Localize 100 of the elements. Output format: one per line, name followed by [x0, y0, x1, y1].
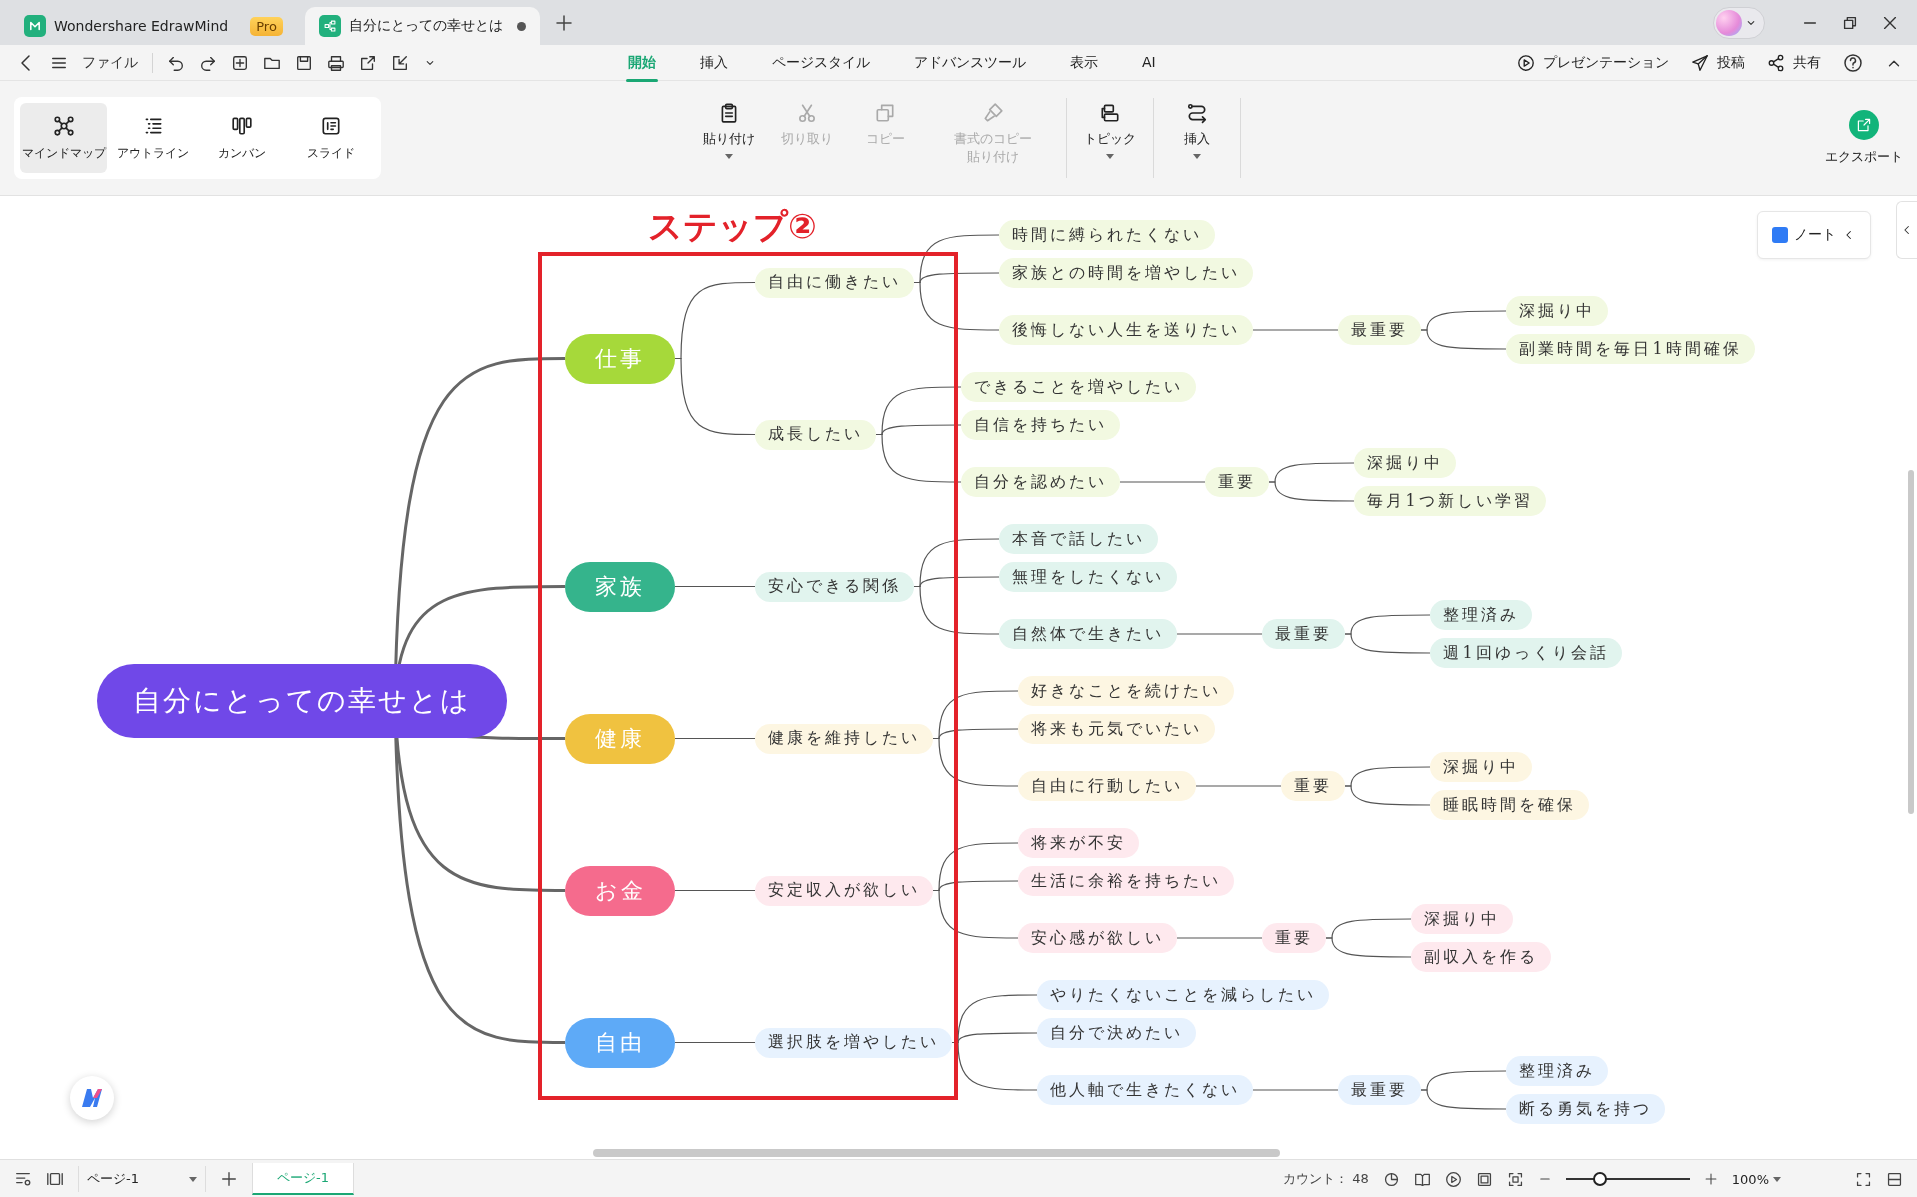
subtopic[interactable]: 安心できる関係 — [755, 571, 914, 602]
subtopic[interactable]: 最重要 — [1262, 619, 1345, 649]
export-button[interactable]: エクスポート — [1825, 110, 1903, 166]
subtopic[interactable]: 深掘り中 — [1354, 448, 1456, 478]
subtopic[interactable]: 自由に働きたい — [755, 267, 914, 298]
note-button[interactable]: ノート — [1757, 211, 1871, 259]
subtopic[interactable]: 最重要 — [1338, 315, 1421, 345]
logo-icon — [80, 1087, 104, 1109]
subtopic[interactable]: 生活に余裕を持ちたい — [1018, 866, 1234, 896]
scrollbar-thumb[interactable] — [593, 1149, 1280, 1157]
view-button[interactable]: スライド — [287, 103, 375, 173]
subtopic[interactable]: 深掘り中 — [1430, 752, 1532, 782]
help-icon[interactable] — [1843, 52, 1863, 73]
brush-icon — [982, 102, 1004, 124]
subtopic[interactable]: 自分で決めたい — [1037, 1018, 1196, 1048]
expand-icon[interactable] — [1855, 1170, 1872, 1188]
mindmap-icon — [52, 114, 75, 137]
subtopic[interactable]: 自分を認めたい — [961, 467, 1120, 497]
subtopic[interactable]: 自信を持ちたい — [961, 410, 1120, 440]
fit-icon[interactable] — [1475, 1170, 1493, 1188]
outline-pin-icon[interactable] — [14, 1170, 32, 1188]
subtopic[interactable]: 安定収入が欲しい — [755, 875, 933, 906]
window-tab[interactable]: 自分にとっての幸せとは — [304, 7, 540, 45]
subtopic[interactable]: 整理済み — [1430, 600, 1532, 630]
subtopic[interactable]: やりたくないことを減らしたい — [1037, 980, 1329, 1010]
count-label: カウント： 48 — [1283, 1170, 1369, 1188]
subtopic[interactable]: 後悔しない人生を送りたい — [999, 315, 1253, 345]
subtopic[interactable]: できることを増やしたい — [961, 372, 1196, 402]
subtopic[interactable]: 副業時間を毎日1時間確保 — [1506, 334, 1755, 364]
import-icon[interactable] — [391, 53, 409, 72]
subtopic[interactable]: 深掘り中 — [1411, 904, 1513, 934]
assistant-button[interactable] — [70, 1076, 114, 1120]
export-icon[interactable] — [359, 53, 377, 72]
zoom-in-icon[interactable] — [1703, 1172, 1718, 1186]
zoom-level[interactable]: 100% — [1731, 1171, 1781, 1187]
ribbon-button[interactable]: トピック — [1071, 94, 1149, 182]
play-icon[interactable] — [1444, 1170, 1462, 1188]
note-icon — [1772, 227, 1788, 243]
panel-icon[interactable] — [46, 1170, 64, 1188]
toolbar-button[interactable]: 共有 — [1767, 53, 1821, 72]
subtopic[interactable]: 将来も元気でいたい — [1018, 714, 1215, 744]
ribbon-button[interactable]: 貼り付け — [690, 94, 768, 182]
subtopic[interactable]: 断る勇気を持つ — [1506, 1094, 1665, 1124]
subtopic[interactable]: 深掘り中 — [1506, 296, 1608, 326]
print-icon[interactable] — [327, 53, 345, 72]
new-tab-icon[interactable] — [553, 12, 574, 33]
scissors-icon — [796, 102, 818, 124]
slider-thumb[interactable] — [1593, 1172, 1608, 1186]
view-button[interactable]: アウトライン — [109, 103, 197, 173]
avatar-icon — [1716, 9, 1742, 36]
present-icon[interactable] — [1517, 53, 1535, 72]
subtopic[interactable]: 時間に縛られたくない — [999, 220, 1215, 250]
subtopic[interactable]: 好きなことを続けたい — [1018, 676, 1234, 706]
topic-icon — [1099, 102, 1121, 124]
subtopic[interactable]: 将来が不安 — [1018, 828, 1139, 858]
subtopic[interactable]: 副収入を作る — [1411, 942, 1551, 972]
share-icon[interactable] — [1767, 53, 1785, 72]
toolbar-button[interactable]: プレゼンテーション — [1517, 53, 1669, 72]
subtopic[interactable]: 毎月1つ新しい学習 — [1354, 486, 1546, 516]
page-select[interactable]: ページ-1 — [78, 1166, 206, 1192]
view-button[interactable]: マインドマップ — [20, 103, 108, 173]
send-icon[interactable] — [1691, 53, 1709, 72]
view-button[interactable]: カンバン — [198, 103, 286, 173]
subtopic[interactable]: 自然体で生きたい — [999, 619, 1177, 649]
save-icon[interactable] — [295, 53, 313, 72]
fullscreen-icon[interactable] — [1506, 1170, 1524, 1188]
subtopic[interactable]: 週1回ゆっくり会話 — [1430, 638, 1622, 668]
ribbon-tab[interactable]: AI — [1120, 47, 1178, 78]
connector-icon — [1186, 102, 1208, 124]
new-icon[interactable] — [231, 53, 249, 72]
file-menu[interactable]: ファイル — [82, 53, 138, 72]
subtopic[interactable]: 重要 — [1281, 771, 1345, 801]
ribbon-tab[interactable]: 挿入 — [678, 47, 750, 78]
subtopic[interactable]: 整理済み — [1506, 1056, 1608, 1086]
subtopic[interactable]: 成長したい — [755, 419, 876, 450]
subtopic[interactable]: 無理をしたくない — [999, 562, 1177, 592]
subtopic[interactable]: 健康を維持したい — [755, 723, 933, 754]
collapse-panel-icon[interactable] — [1886, 1170, 1903, 1188]
ribbon-button[interactable]: 挿入 — [1158, 94, 1236, 182]
ribbon-tab[interactable]: 表示 — [1048, 47, 1120, 78]
subtopic[interactable]: 安心感が欲しい — [1018, 923, 1177, 953]
annotation-title: ステップ② — [648, 205, 817, 248]
subtopic[interactable]: 自由に行動したい — [1018, 771, 1196, 801]
add-page-icon[interactable] — [220, 1170, 238, 1188]
pie-icon[interactable] — [1382, 1170, 1400, 1188]
panel-toggle[interactable] — [1896, 201, 1917, 259]
ribbon-tab[interactable]: アドバンスツール — [892, 47, 1048, 78]
ribbon-tab[interactable]: ページスタイル — [750, 47, 892, 78]
subtopic[interactable]: 重要 — [1205, 467, 1269, 497]
subtopic[interactable]: 他人軸で生きたくない — [1037, 1075, 1253, 1105]
subtopic[interactable]: 睡眠時間を確保 — [1430, 790, 1589, 820]
scrollbar-thumb[interactable] — [1908, 470, 1914, 814]
central-topic[interactable]: 自分にとっての幸せとは — [97, 663, 507, 738]
toolbar-button[interactable]: 投稿 — [1691, 53, 1745, 72]
window-tab[interactable]: Wondershare EdrawMind Pro — [10, 7, 297, 45]
subtopic[interactable]: 最重要 — [1338, 1075, 1421, 1105]
subtopic[interactable]: 本音で話したい — [999, 524, 1158, 554]
subtopic[interactable]: 家族との時間を増やしたい — [999, 258, 1253, 288]
subtopic[interactable]: 重要 — [1262, 923, 1326, 953]
subtopic[interactable]: 選択肢を増やしたい — [755, 1027, 952, 1058]
